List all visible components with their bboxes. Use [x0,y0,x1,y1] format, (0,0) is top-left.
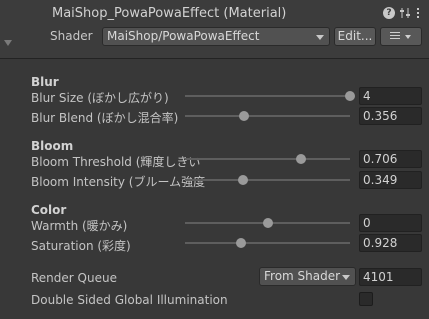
bloom-threshold-label: Bloom Threshold (輝度しきい [31,155,201,169]
double-sided-gi-checkbox[interactable] [359,292,373,306]
shader-dropdown[interactable]: MaiShop/PowaPowaEffect [102,27,330,46]
list-icon [390,32,400,41]
chevron-down-icon [405,35,411,39]
bloom-threshold-slider-thumb[interactable] [296,154,307,164]
blur-size-field[interactable]: 4 [359,87,422,105]
bloom-intensity-slider[interactable] [185,175,350,185]
blur-size-label: Blur Size (ぼかし広がり) [31,91,169,105]
double-sided-gi-label: Double Sided Global Illumination [31,293,228,307]
warmth-field[interactable]: 0 [359,214,422,232]
warmth-slider[interactable] [185,218,350,228]
edit-shader-button[interactable]: Edit... [334,27,376,46]
warmth-slider-thumb[interactable] [262,218,273,228]
blur-size-slider[interactable] [185,91,355,101]
saturation-slider-thumb[interactable] [236,238,247,248]
menu-icon[interactable] [414,7,422,19]
blur-size-slider-thumb[interactable] [345,91,355,101]
chevron-down-icon [342,275,350,280]
group-title-color: Color [31,203,67,217]
bloom-intensity-field[interactable]: 0.349 [359,171,422,189]
foldout-arrow-icon[interactable] [4,40,12,46]
shader-label: Shader [50,29,93,43]
render-queue-field[interactable]: 4101 [359,268,422,286]
blur-blend-slider[interactable] [185,111,350,121]
render-queue-dropdown[interactable]: From Shader [259,267,356,286]
warmth-label: Warmth (暖かみ) [31,219,128,233]
bloom-threshold-slider[interactable] [185,154,350,164]
bloom-threshold-field[interactable]: 0.706 [359,150,422,168]
saturation-field[interactable]: 0.928 [359,234,422,252]
bloom-intensity-label: Bloom Intensity (ブルーム強度 [31,175,206,189]
bloom-intensity-slider-thumb[interactable] [237,175,248,185]
help-icon[interactable]: ? [383,7,395,19]
blur-blend-slider-thumb[interactable] [238,111,249,121]
material-header: MaiShop_PowaPowaEffect (Material) ? Shad… [0,0,429,58]
group-title-blur: Blur [31,75,59,89]
header-separator [0,58,429,59]
render-queue-mode: From Shader [264,269,341,283]
material-title: MaiShop_PowaPowaEffect (Material) [52,6,287,21]
list-options-button[interactable] [380,27,422,46]
saturation-label: Saturation (彩度) [31,239,131,253]
group-title-bloom: Bloom [31,139,74,153]
preset-icon[interactable] [399,7,411,19]
saturation-slider[interactable] [185,238,350,248]
shader-value: MaiShop/PowaPowaEffect [107,29,260,43]
chevron-down-icon [316,35,324,40]
blur-blend-field[interactable]: 0.356 [359,107,422,125]
blur-blend-label: Blur Blend (ぼかし混合率) [31,111,179,125]
render-queue-label: Render Queue [31,271,117,285]
